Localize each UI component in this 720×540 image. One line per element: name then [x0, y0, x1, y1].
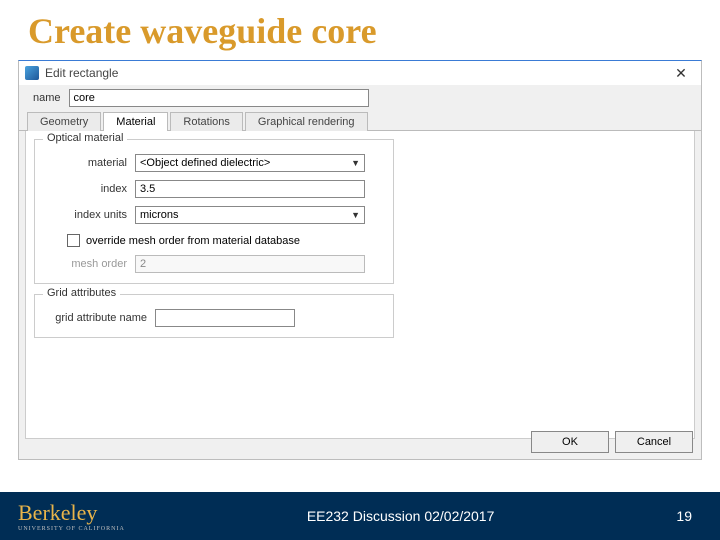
- chevron-down-icon: ▼: [351, 158, 360, 168]
- override-mesh-checkbox[interactable]: [67, 234, 80, 247]
- name-input[interactable]: [69, 89, 369, 107]
- material-select-value: <Object defined dielectric>: [140, 157, 270, 169]
- override-mesh-label: override mesh order from material databa…: [86, 235, 300, 247]
- material-select[interactable]: <Object defined dielectric> ▼: [135, 154, 365, 172]
- cancel-button[interactable]: Cancel: [615, 431, 693, 453]
- grid-attribute-name-input[interactable]: [155, 309, 295, 327]
- tab-rotations[interactable]: Rotations: [170, 112, 242, 131]
- grid-attributes-title: Grid attributes: [43, 287, 120, 299]
- edit-rectangle-dialog: Edit rectangle ✕ name Geometry Material …: [18, 60, 702, 460]
- tab-graphical-rendering[interactable]: Graphical rendering: [245, 112, 368, 131]
- ok-button[interactable]: OK: [531, 431, 609, 453]
- grid-attributes-group: Grid attributes grid attribute name: [34, 294, 394, 338]
- grid-attribute-name-label: grid attribute name: [45, 312, 155, 324]
- mesh-order-input: [135, 255, 365, 273]
- index-input[interactable]: [135, 180, 365, 198]
- mesh-order-label: mesh order: [45, 258, 135, 270]
- chevron-down-icon: ▼: [351, 210, 360, 220]
- material-label: material: [45, 157, 135, 169]
- index-units-label: index units: [45, 209, 135, 221]
- index-units-select[interactable]: microns ▼: [135, 206, 365, 224]
- optical-material-group: Optical material material <Object define…: [34, 139, 394, 284]
- tab-strip: Geometry Material Rotations Graphical re…: [19, 109, 701, 131]
- material-tab-body: Optical material material <Object define…: [25, 131, 695, 439]
- berkeley-logo: Berkeley UNIVERSITY OF CALIFORNIA: [0, 500, 125, 532]
- dialog-titlebar: Edit rectangle ✕: [19, 61, 701, 85]
- logo-text: Berkeley: [18, 500, 97, 525]
- tab-material[interactable]: Material: [103, 112, 168, 131]
- footer-caption: EE232 Discussion 02/02/2017: [125, 508, 677, 524]
- override-mesh-row: override mesh order from material databa…: [67, 234, 383, 247]
- logo-subtext: UNIVERSITY OF CALIFORNIA: [18, 526, 125, 532]
- slide-title: Create waveguide core: [0, 0, 720, 56]
- optical-material-title: Optical material: [43, 132, 127, 144]
- app-icon: [25, 66, 39, 80]
- page-number: 19: [676, 508, 720, 524]
- dialog-button-bar: OK Cancel: [531, 431, 693, 453]
- index-units-value: microns: [140, 209, 179, 221]
- dialog-title: Edit rectangle: [45, 66, 118, 80]
- name-row: name: [19, 85, 701, 109]
- slide-footer: Berkeley UNIVERSITY OF CALIFORNIA EE232 …: [0, 492, 720, 540]
- tab-geometry[interactable]: Geometry: [27, 112, 101, 131]
- close-icon[interactable]: ✕: [667, 63, 695, 83]
- name-label: name: [33, 92, 61, 104]
- index-label: index: [45, 183, 135, 195]
